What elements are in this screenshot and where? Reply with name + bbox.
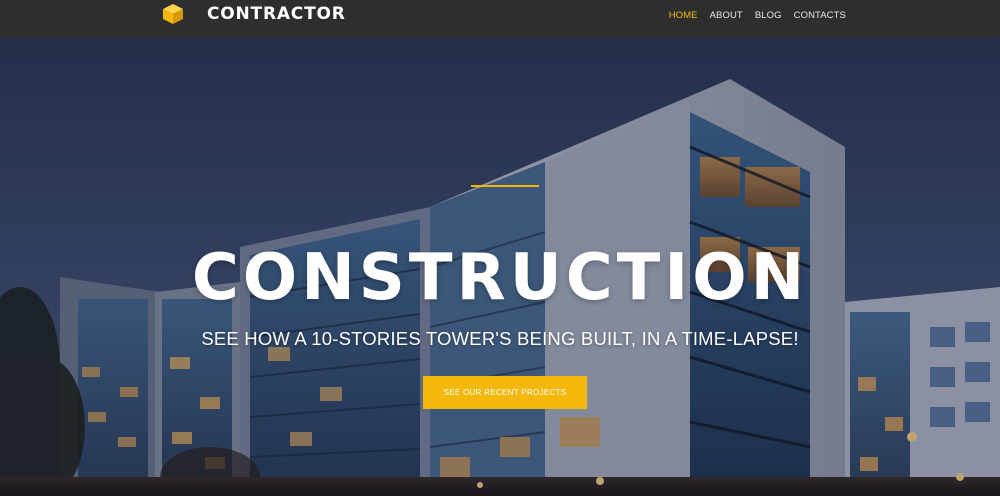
- main-nav: HOME ABOUT BLOG CONTACTS: [669, 10, 846, 21]
- brand-logo[interactable]: CONTRACTOR: [162, 2, 346, 26]
- nav-item-contacts[interactable]: CONTACTS: [794, 10, 846, 21]
- site-header: CONTRACTOR HOME ABOUT BLOG CONTACTS: [0, 0, 1000, 37]
- hero-subtitle: SEE HOW A 10-STORIES TOWER'S BEING BUILT…: [201, 328, 799, 349]
- nav-item-home[interactable]: HOME: [669, 10, 698, 21]
- see-projects-button[interactable]: SEE OUR RECENT PROJECTS: [423, 376, 587, 409]
- brand-name: CONTRACTOR: [207, 4, 346, 24]
- nav-item-blog[interactable]: BLOG: [755, 10, 782, 21]
- cube-icon: [163, 4, 183, 24]
- nav-item-about[interactable]: ABOUT: [710, 10, 743, 21]
- hero-title: CONSTRUCTION: [191, 241, 809, 315]
- page: CONTRACTOR HOME ABOUT BLOG CONTACTS CONS…: [0, 0, 1000, 496]
- hero-divider: [471, 185, 539, 187]
